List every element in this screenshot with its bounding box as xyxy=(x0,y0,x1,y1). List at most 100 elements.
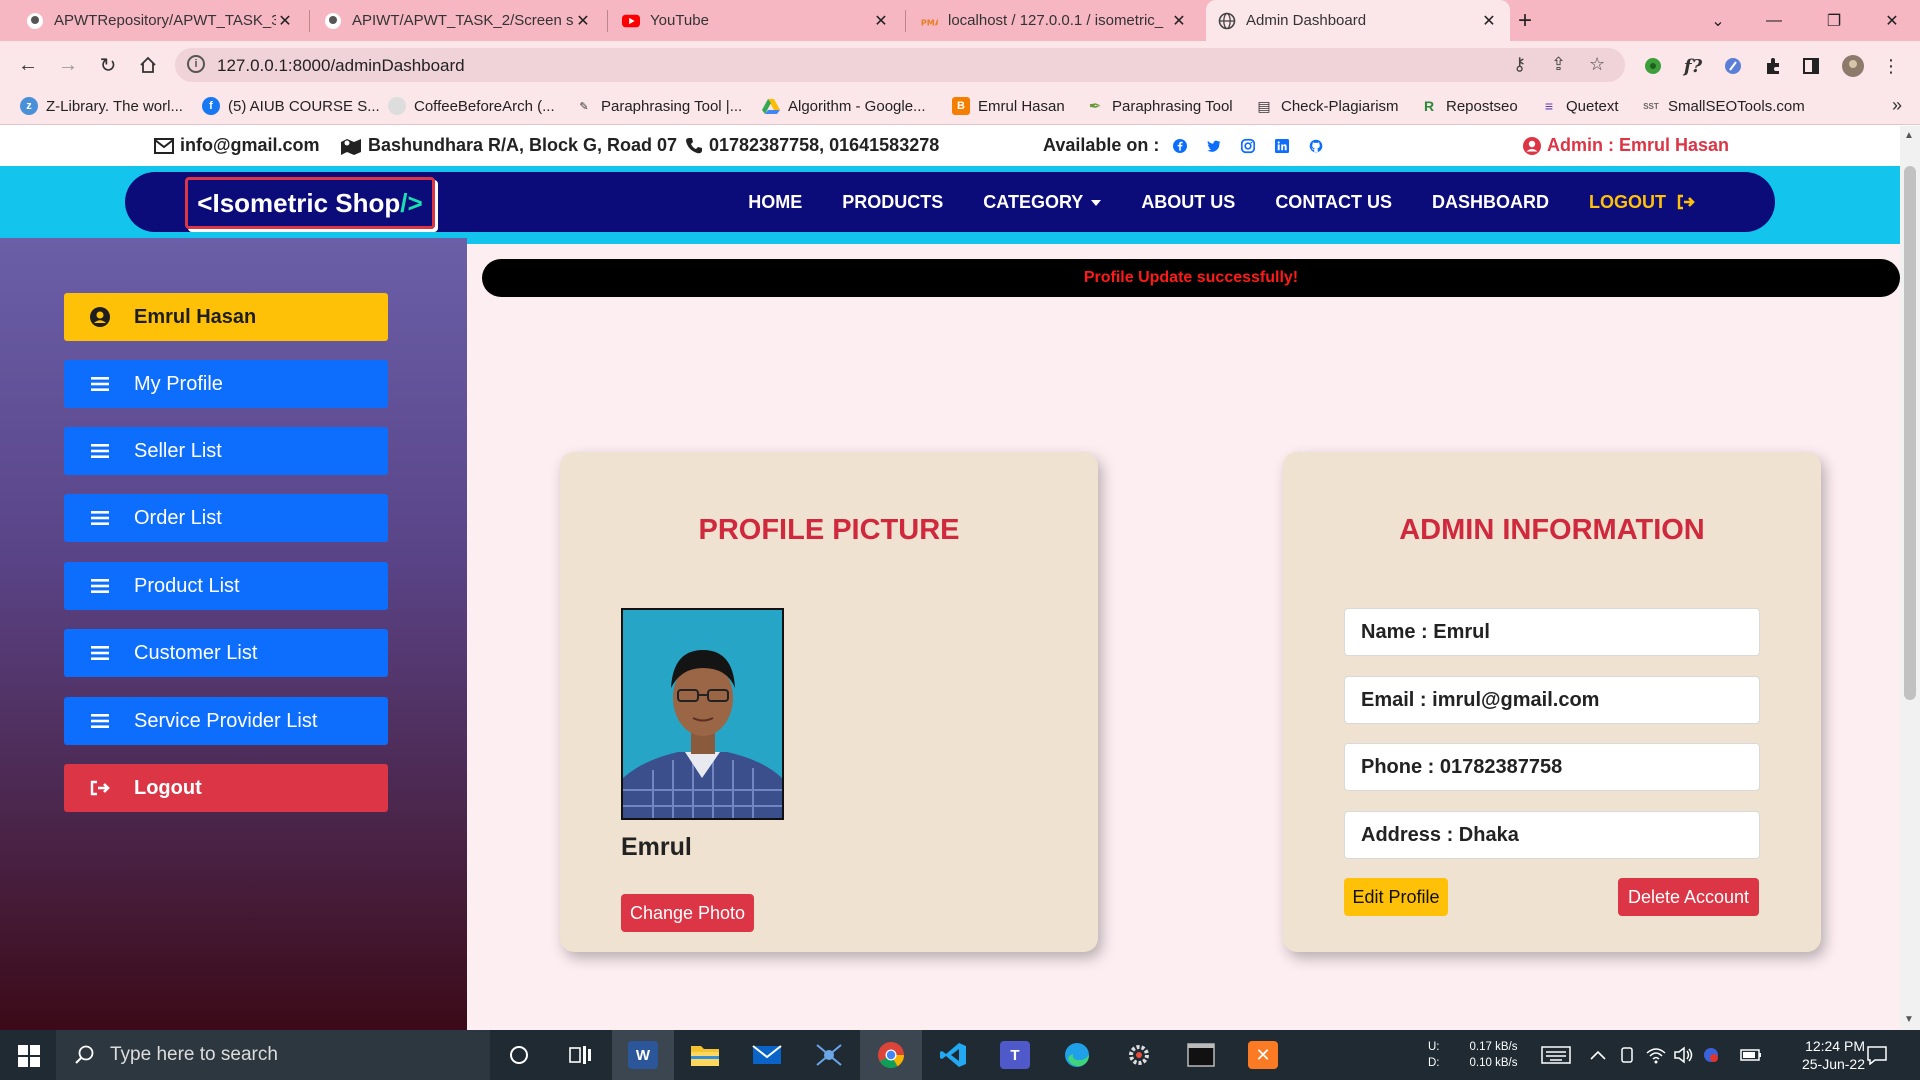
facebook-icon[interactable] xyxy=(1173,136,1193,156)
close-icon[interactable]: ✕ xyxy=(276,11,294,31)
close-icon[interactable]: ✕ xyxy=(1170,11,1188,31)
nav-category[interactable]: CATEGORY xyxy=(983,192,1102,213)
teams-app-icon[interactable]: T xyxy=(984,1030,1046,1080)
bookmark-item[interactable]: ✎ Paraphrasing Tool |... xyxy=(575,97,742,115)
scrollbar-thumb[interactable] xyxy=(1904,166,1916,700)
terminal-app-icon[interactable] xyxy=(1170,1030,1232,1080)
font-finder-icon[interactable]: f? xyxy=(1682,55,1704,77)
bookmark-item[interactable]: ▤ Check-Plagiarism xyxy=(1255,97,1398,115)
sidebar-item-product-list[interactable]: Product List xyxy=(64,562,388,610)
more-bookmarks-icon[interactable]: » xyxy=(1892,95,1902,116)
nav-contact[interactable]: CONTACT US xyxy=(1275,192,1392,213)
key-icon[interactable]: ⚷ xyxy=(1513,54,1526,75)
site-info-icon[interactable]: i xyxy=(187,55,205,73)
edge-app-icon[interactable] xyxy=(1046,1030,1108,1080)
minimize-icon[interactable]: — xyxy=(1746,0,1802,41)
admin-top-label[interactable]: Admin : Emrul Hasan xyxy=(1523,135,1729,156)
reload-icon[interactable]: ↻ xyxy=(94,51,122,79)
xampp-app-icon[interactable]: ✕ xyxy=(1232,1030,1294,1080)
extension-globe-icon[interactable] xyxy=(1642,55,1664,77)
settings-app-icon[interactable] xyxy=(1108,1030,1170,1080)
nav-dashboard[interactable]: DASHBOARD xyxy=(1432,192,1549,213)
sidebar-item-my-profile[interactable]: My Profile xyxy=(64,360,388,408)
bookmark-item[interactable]: ✒ Paraphrasing Tool xyxy=(1086,97,1233,116)
bookmark-item[interactable]: SST SmallSEOTools.com xyxy=(1642,97,1805,115)
sidebar-item-seller-list[interactable]: Seller List xyxy=(64,427,388,475)
bookmark-item[interactable]: CoffeeBeforeArch (... xyxy=(388,97,555,115)
browser-tab[interactable]: YouTube ✕ xyxy=(610,0,902,41)
bookmark-item[interactable]: R Repostseo xyxy=(1420,97,1518,115)
side-panel-icon[interactable] xyxy=(1800,55,1822,77)
tab-search-icon[interactable]: ⌄ xyxy=(1690,0,1746,41)
browser-tab[interactable]: APIWT/APWT_TASK_2/Screen sh ✕ xyxy=(312,0,604,41)
maximize-icon[interactable]: ❐ xyxy=(1806,0,1862,41)
scroll-down-icon[interactable]: ▼ xyxy=(1904,1014,1914,1025)
mail-app-icon[interactable] xyxy=(736,1030,798,1080)
windows-start-icon[interactable] xyxy=(18,1045,40,1072)
email-field[interactable]: Email : imrul@gmail.com xyxy=(1344,676,1760,724)
new-tab-icon[interactable]: + xyxy=(1518,7,1532,35)
task-view-icon[interactable] xyxy=(550,1030,612,1080)
chevron-up-icon[interactable] xyxy=(1590,1030,1606,1080)
bookmark-item[interactable]: f (5) AIUB COURSE S... xyxy=(202,97,380,115)
close-icon[interactable]: ✕ xyxy=(872,11,890,31)
snipping-app-icon[interactable] xyxy=(798,1030,860,1080)
volume-icon[interactable] xyxy=(1674,1030,1694,1080)
browser-tab-active[interactable]: Admin Dashboard ✕ xyxy=(1206,0,1510,41)
instagram-icon[interactable] xyxy=(1241,136,1261,156)
back-icon[interactable]: ← xyxy=(14,51,42,79)
sidebar-item-service-provider-list[interactable]: Service Provider List xyxy=(64,697,388,745)
profile-avatar-icon[interactable] xyxy=(1840,55,1866,77)
close-icon[interactable]: ✕ xyxy=(574,11,592,31)
word-app-icon[interactable]: W xyxy=(612,1030,674,1080)
notification-icon[interactable] xyxy=(1866,1030,1888,1080)
linkedin-icon[interactable] xyxy=(1275,136,1295,156)
nav-home[interactable]: HOME xyxy=(748,192,802,213)
bookmark-item[interactable]: z Z-Library. The worl... xyxy=(20,97,183,115)
edit-profile-button[interactable]: Edit Profile xyxy=(1344,878,1448,916)
change-photo-button[interactable]: Change Photo xyxy=(621,894,754,932)
file-explorer-app-icon[interactable] xyxy=(674,1030,736,1080)
scroll-up-icon[interactable]: ▲ xyxy=(1904,130,1914,141)
browser-tab[interactable]: APWTRepository/APWT_TASK_3/ ✕ xyxy=(14,0,306,41)
chrome-app-icon[interactable] xyxy=(860,1030,922,1080)
bookmark-item[interactable]: ≡ Quetext xyxy=(1540,97,1619,115)
page-scrollbar[interactable]: ▲ ▼ xyxy=(1900,126,1920,1030)
nav-logout[interactable]: LOGOUT xyxy=(1589,192,1695,213)
battery-icon[interactable] xyxy=(1740,1030,1762,1080)
home-icon[interactable] xyxy=(134,51,162,79)
browser-tab[interactable]: PMA localhost / 127.0.0.1 / isometric_ ✕ xyxy=(908,0,1200,41)
name-field[interactable]: Name : Emrul xyxy=(1344,608,1760,656)
address-field[interactable]: Address : Dhaka xyxy=(1344,811,1760,859)
wifi-icon[interactable] xyxy=(1646,1030,1666,1080)
twitter-icon[interactable] xyxy=(1207,136,1227,156)
extension-shield-icon[interactable] xyxy=(1722,55,1744,77)
sidebar-logout-button[interactable]: Logout xyxy=(64,764,388,812)
star-icon[interactable]: ☆ xyxy=(1589,54,1605,75)
taskbar-clock[interactable]: 12:24 PM 25-Jun-22 xyxy=(1775,1037,1865,1073)
nav-about[interactable]: ABOUT US xyxy=(1141,192,1235,213)
close-icon[interactable]: ✕ xyxy=(1480,11,1498,31)
security-icon[interactable] xyxy=(1702,1030,1720,1080)
nav-products[interactable]: PRODUCTS xyxy=(842,192,943,213)
phone-field[interactable]: Phone : 01782387758 xyxy=(1344,743,1760,791)
sidebar-item-customer-list[interactable]: Customer List xyxy=(64,629,388,677)
bookmark-item[interactable]: Algorithm - Google... xyxy=(762,97,926,115)
share-icon[interactable]: ⇪ xyxy=(1551,54,1566,75)
forward-icon[interactable]: → xyxy=(54,51,82,79)
window-close-icon[interactable]: ✕ xyxy=(1864,0,1920,41)
bookmark-item[interactable]: B Emrul Hasan xyxy=(952,97,1065,115)
sidebar-item-order-list[interactable]: Order List xyxy=(64,494,388,542)
delete-account-button[interactable]: Delete Account xyxy=(1618,878,1759,916)
github-icon[interactable] xyxy=(1309,136,1329,156)
device-icon[interactable] xyxy=(1618,1030,1636,1080)
url-bar[interactable]: i 127.0.0.1:8000/adminDashboard ⚷ ⇪ ☆ xyxy=(175,48,1625,82)
sidebar-user[interactable]: Emrul Hasan xyxy=(64,293,388,341)
keyboard-icon[interactable] xyxy=(1540,1030,1572,1080)
site-logo[interactable]: < Isometric Shop /> xyxy=(185,177,435,229)
menu-icon[interactable]: ⋮ xyxy=(1880,55,1902,77)
vscode-app-icon[interactable] xyxy=(922,1030,984,1080)
cortana-icon[interactable] xyxy=(488,1030,550,1080)
taskbar-search[interactable]: Type here to search xyxy=(56,1030,490,1080)
puzzle-icon[interactable] xyxy=(1762,55,1784,77)
